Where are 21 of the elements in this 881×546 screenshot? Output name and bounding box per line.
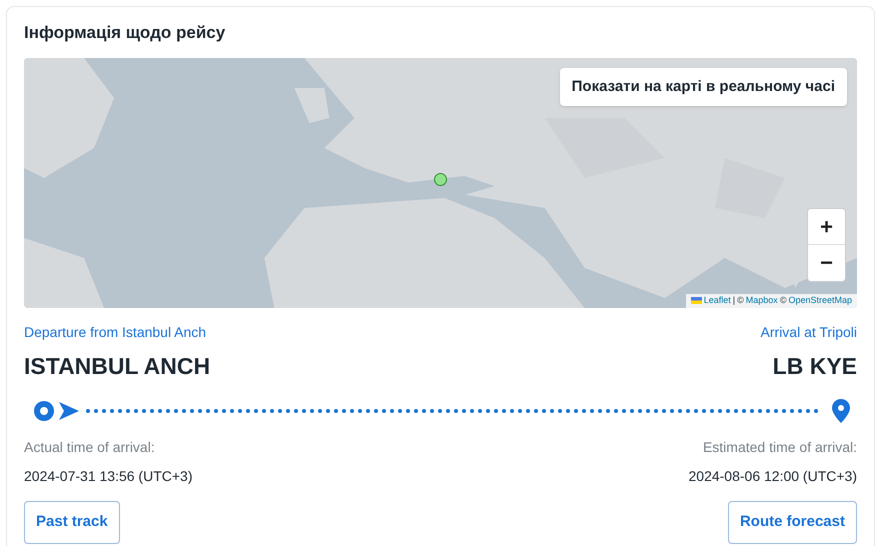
leaflet-link[interactable]: Leaflet bbox=[704, 294, 731, 308]
past-track-button[interactable]: Past track bbox=[24, 501, 120, 544]
copyright-text: © bbox=[780, 294, 786, 307]
estimated-arrival-time: 2024-08-06 12:00 (UTC+3) bbox=[688, 467, 857, 486]
realtime-map-button[interactable]: Показати на карті в реальному часі bbox=[560, 68, 847, 106]
copyright-text: © bbox=[737, 294, 744, 307]
zoom-in-button[interactable]: + bbox=[808, 208, 845, 244]
departure-label: Departure from Istanbul Anch bbox=[24, 322, 206, 342]
mapbox-link[interactable]: Mapbox bbox=[746, 294, 778, 308]
route-forecast-button[interactable]: Route forecast bbox=[728, 501, 857, 544]
arrival-port: LB KYE bbox=[772, 352, 857, 380]
card-title: Інформація щодо рейсу bbox=[24, 22, 226, 44]
actual-arrival-time: 2024-07-31 13:56 (UTC+3) bbox=[24, 467, 192, 486]
flag-icon bbox=[690, 297, 702, 304]
actual-arrival-label: Actual time of arrival: bbox=[24, 438, 155, 457]
arrival-label: Arrival at Tripoli bbox=[760, 322, 857, 342]
separator-text: | bbox=[732, 294, 736, 307]
openstreetmap-link[interactable]: OpenStreetMap bbox=[788, 294, 852, 308]
departure-port: ISTANBUL ANCH bbox=[24, 352, 210, 380]
estimated-arrival-label: Estimated time of arrival: bbox=[702, 438, 857, 457]
zoom-out-button[interactable]: − bbox=[808, 244, 845, 280]
